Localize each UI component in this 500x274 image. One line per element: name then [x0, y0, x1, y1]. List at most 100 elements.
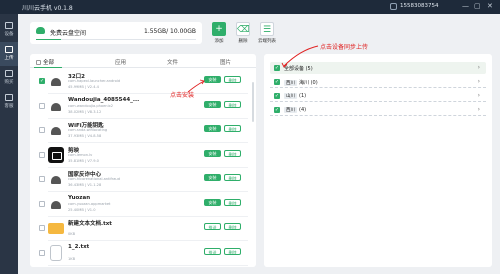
group-item[interactable]: ✓ 西川 (4) › [270, 104, 486, 116]
maximize-button[interactable]: ▢ [474, 2, 481, 11]
item-package: com.lemon.lv [68, 152, 93, 157]
group-tag: 西川 [284, 107, 297, 113]
delete-row-button[interactable]: 删除 [224, 174, 241, 181]
item-meta: 25.40MB | V1.0 [68, 207, 96, 212]
tab-all[interactable]: 全部 [36, 58, 54, 66]
folder-icon [48, 223, 64, 234]
group-checkbox[interactable]: ✓ [274, 79, 280, 85]
android-icon [48, 122, 64, 138]
delete-row-button[interactable]: 删除 [224, 149, 241, 157]
item-name: 新建文本文档.txt [68, 221, 112, 227]
install-button[interactable]: 安装 [204, 198, 221, 206]
group-checkbox[interactable]: ✓ [274, 93, 280, 99]
delete-button[interactable]: ⌫ 删除 [232, 22, 254, 44]
install-button[interactable]: 安装 [204, 100, 221, 108]
tab-apps[interactable]: 应用 [115, 58, 126, 66]
group-tag: 西川 [284, 80, 297, 86]
group-checkbox[interactable]: ✓ [274, 107, 280, 113]
group-item[interactable]: ✓ 西川 海川 (0) › [270, 76, 486, 88]
title-bar: 川川云手机 v0.1.8 15583083754 — ▢ ✕ [0, 0, 500, 14]
row-checkbox[interactable] [39, 151, 45, 158]
item-meta: 1KB [68, 256, 76, 261]
chevron-right-icon[interactable]: › [478, 78, 480, 85]
storage-bar-fill [36, 38, 61, 40]
row-checkbox[interactable] [39, 102, 45, 109]
upload-icon [5, 46, 13, 53]
cloud-list-button[interactable]: ☰ 云端列表 [256, 22, 278, 44]
table-row[interactable]: 1_2.txt 1KB 推送 删除 [30, 242, 256, 266]
delete-row-button[interactable]: 删除 [224, 100, 241, 108]
headset-icon [5, 94, 13, 101]
row-checkbox[interactable]: ✓ [39, 78, 45, 84]
install-button[interactable]: 安装 [204, 174, 221, 181]
chevron-right-icon[interactable]: › [478, 106, 480, 113]
item-meta: 37.93MB | V4.8.58 [68, 134, 102, 138]
group-checkbox[interactable]: ✓ [274, 65, 280, 71]
row-checkbox[interactable] [39, 249, 45, 256]
row-checkbox[interactable] [39, 176, 45, 182]
device-group-panel: ✓ 全部设备 (5) › ✓ 西川 海川 (0) › ✓ 山川 (1) › ✓ 西川 (4) › [264, 54, 492, 267]
group-text: (0) [310, 80, 318, 86]
sidebar: 设备 上传 购买 客服 [0, 14, 18, 274]
android-icon [48, 195, 64, 212]
app-title: 川川云手机 v0.1.8 [22, 5, 73, 12]
android-icon [48, 97, 64, 114]
plus-icon: + [212, 22, 226, 36]
item-meta: 35.81MB | V7.9.0 [68, 158, 99, 163]
storage-quota: 1.55GB/ 10.00GB [144, 28, 196, 35]
table-row[interactable]: ✓ 32口2 com.hapexi.launcher.android 45.99MB … [30, 70, 256, 94]
table-row[interactable]: WiFi万能钥匙 com.snda.wifilocating 37.93MB | V… [30, 119, 256, 143]
install-button[interactable]: 安装 [204, 76, 221, 83]
row-divider [48, 264, 248, 266]
android-icon [48, 171, 64, 187]
add-button[interactable]: + 添加 [208, 22, 230, 44]
row-checkbox[interactable] [39, 225, 45, 231]
table-row[interactable]: Wandoujia_4085544_... com.wandoujia.phoen… [30, 95, 256, 119]
table-row[interactable]: 剪映 com.lemon.lv 35.81MB | V7.9.0 安装 删除 [30, 144, 256, 168]
row-checkbox[interactable] [39, 200, 45, 207]
item-meta: 36.43MB | V1.1.28 [68, 183, 102, 187]
install-button[interactable]: 安装 [204, 125, 221, 132]
group-all-devices[interactable]: ✓ 全部设备 (5) › [270, 62, 486, 74]
storage-card: 免费云盘空间 1.55GB/ 10.00GB [30, 22, 202, 44]
item-package: com.wandoujia.phoenix2 [68, 103, 113, 108]
group-label: 西川 海川 (0) [284, 79, 318, 86]
tab-images[interactable]: 图片 [220, 58, 231, 66]
table-row[interactable]: Yuozan com.yuozan.appmarket 25.40MB | V1.0… [30, 193, 256, 217]
close-button[interactable]: ✕ [487, 2, 493, 11]
item-package: com.hapexi.launcher.android [68, 79, 121, 83]
item-name: Yuozan [68, 194, 91, 201]
table-row[interactable]: 新建文本文档.txt 0KB 推送 删除 [30, 217, 256, 241]
delete-row-button[interactable]: 删除 [224, 198, 241, 206]
table-row[interactable]: 国家反诈中心 com.hicorenational.antifraud 36.43M… [30, 168, 256, 192]
file-icon [50, 244, 62, 261]
user-icon[interactable] [390, 3, 397, 10]
row-checkbox[interactable] [39, 127, 45, 133]
sidebar-item-purchase[interactable]: 购买 [0, 66, 18, 90]
item-package: com.yuozan.appmarket [68, 201, 111, 206]
install-button[interactable]: 安装 [204, 149, 221, 157]
install-callout: 点击安装 [170, 92, 195, 99]
group-text: 海川 [299, 80, 310, 86]
delete-row-button[interactable]: 删除 [224, 223, 241, 230]
push-button[interactable]: 推送 [204, 247, 221, 255]
push-button[interactable]: 推送 [204, 223, 221, 230]
tab-files[interactable]: 文件 [167, 58, 178, 66]
chevron-right-icon[interactable]: › [478, 92, 480, 99]
group-item[interactable]: ✓ 山川 (1) › [270, 90, 486, 102]
sidebar-item-devices[interactable]: 设备 [0, 18, 18, 42]
chevron-right-icon[interactable]: › [478, 64, 480, 71]
trash-icon: ⌫ [236, 22, 250, 36]
upload-callout: 点击设备同步上传 [320, 44, 369, 51]
minimize-button[interactable]: — [462, 2, 469, 11]
delete-row-button[interactable]: 删除 [224, 76, 241, 83]
list-scrollbar[interactable] [252, 82, 254, 122]
sidebar-item-upload[interactable]: 上传 [0, 42, 18, 66]
sidebar-item-service[interactable]: 客服 [0, 90, 18, 114]
group-text: (4) [299, 107, 307, 113]
group-label: 西川 (4) [284, 107, 306, 113]
select-all-checkbox[interactable] [36, 60, 41, 65]
delete-row-button[interactable]: 删除 [224, 247, 241, 255]
delete-row-button[interactable]: 删除 [224, 125, 241, 132]
cart-icon [5, 70, 13, 77]
